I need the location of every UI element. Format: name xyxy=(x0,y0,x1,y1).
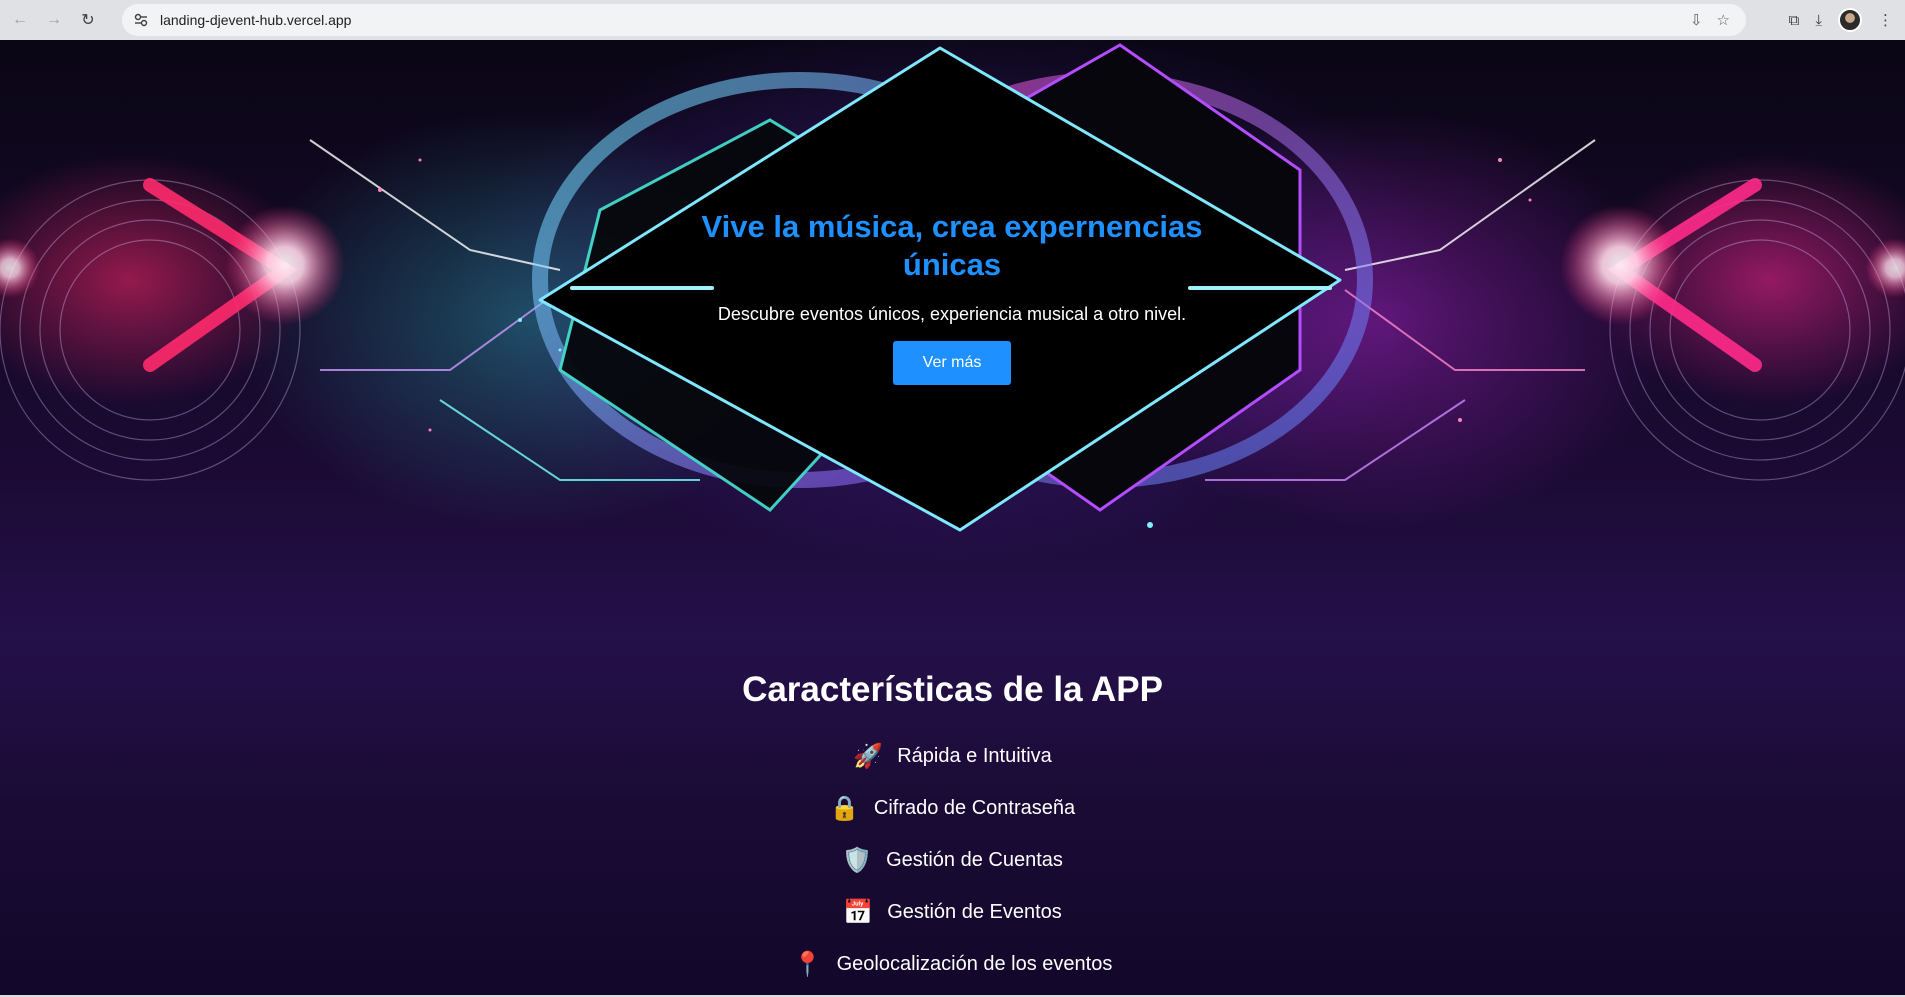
rocket-icon: 🚀 xyxy=(853,742,884,770)
feature-item-rapida: 🚀 Rápida e Intuitiva xyxy=(0,730,1905,782)
hero-subtitle: Descubre eventos únicos, experiencia mus… xyxy=(717,304,1187,324)
hero-title: Vive la música, crea expernencias únicas xyxy=(701,209,1203,282)
pin-icon: 📍 xyxy=(792,950,823,978)
feature-label: Cifrado de Contraseña xyxy=(873,796,1076,819)
feature-label: Geolocalización de los eventos xyxy=(836,952,1113,975)
back-button[interactable]: ← xyxy=(6,6,34,34)
calendar-icon: 📅 xyxy=(843,898,874,926)
feature-item-cuentas: 🛡️ Gestión de Cuentas xyxy=(0,834,1905,886)
feature-item-cifrado: 🔒 Cifrado de Contraseña xyxy=(0,782,1905,834)
profile-avatar[interactable] xyxy=(1838,8,1862,32)
menu-icon[interactable]: ⋮ xyxy=(1878,11,1893,29)
feature-label: Gestión de Cuentas xyxy=(886,848,1063,871)
feature-item-eventos: 📅 Gestión de Eventos xyxy=(0,886,1905,938)
back-icon: ← xyxy=(12,11,28,28)
page-content: Vive la música, crea expernencias únicas… xyxy=(0,40,1905,997)
shield-icon: 🛡️ xyxy=(842,846,873,874)
feature-item-geolocalizacion: 📍 Geolocalización de los eventos xyxy=(0,938,1905,990)
url-text: landing-djevent-hub.vercel.app xyxy=(160,12,352,28)
features-title: Características de la APP xyxy=(742,670,1163,709)
feature-list: 🚀 Rápida e Intuitiva 🔒 Cifrado de Contra… xyxy=(0,730,1905,990)
hero-text-block: Vive la música, crea expernencias únicas… xyxy=(652,208,1252,385)
browser-toolbar: ← → ↻ landing-djevent-hub.vercel.app ⇩ ☆… xyxy=(0,0,1905,40)
lock-icon: 🔒 xyxy=(829,794,860,822)
feature-label: Gestión de Eventos xyxy=(887,900,1062,923)
reload-icon: ↻ xyxy=(81,12,95,29)
feature-label: Rápida e Intuitiva xyxy=(897,744,1052,767)
install-app-icon[interactable]: ⇩ xyxy=(1690,11,1703,29)
reload-button[interactable]: ↻ xyxy=(74,6,102,34)
address-bar[interactable]: landing-djevent-hub.vercel.app ⇩ ☆ xyxy=(122,4,1746,36)
features-section: Características de la APP 🚀 Rápida e Int… xyxy=(0,670,1905,990)
extensions-icon[interactable]: ⧉ xyxy=(1789,12,1800,29)
download-icon[interactable]: ⤓ xyxy=(1815,12,1822,29)
ver-mas-button[interactable]: Ver más xyxy=(892,341,1012,385)
bookmark-star-icon[interactable]: ☆ xyxy=(1717,11,1730,29)
site-settings-icon[interactable] xyxy=(130,9,152,31)
hero-section: Vive la música, crea expernencias únicas… xyxy=(0,40,1905,640)
forward-button[interactable]: → xyxy=(40,6,68,34)
forward-icon: → xyxy=(46,11,62,28)
